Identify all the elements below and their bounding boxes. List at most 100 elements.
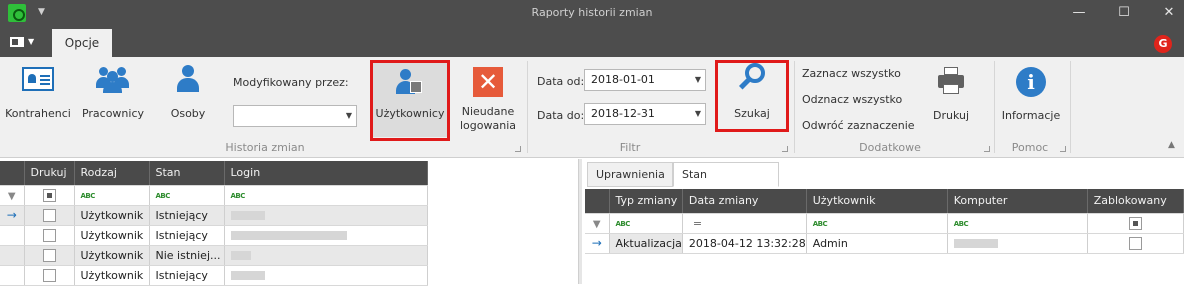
checkbox-icon[interactable] [42, 228, 56, 242]
printer-icon [936, 67, 966, 97]
table-row[interactable]: → Użytkownik Istniejący [0, 205, 428, 226]
right-grid-header: Typ zmiany Data zmiany Użytkownik Komput… [585, 189, 1184, 214]
filter-drukuj[interactable] [24, 185, 75, 206]
group-expand-icon[interactable] [782, 146, 788, 152]
filter-komputer[interactable]: ABC [947, 213, 1088, 234]
nieudane-label-2: logowania [459, 119, 516, 132]
col-stan[interactable]: Stan [149, 161, 225, 186]
cell-drukuj[interactable] [24, 205, 75, 226]
cell-rodzaj: Użytkownik [74, 205, 150, 226]
maximize-icon[interactable]: ☐ [1113, 3, 1135, 23]
equals-filter-icon: = [692, 216, 703, 230]
cell-rodzaj: Użytkownik [74, 265, 150, 286]
filter-login[interactable]: ABC [224, 185, 428, 206]
cell-zablokowany[interactable] [1087, 233, 1184, 254]
cell-login [224, 225, 428, 246]
filter-rodzaj[interactable]: ABC [74, 185, 150, 206]
group-expand-icon[interactable] [1060, 146, 1066, 152]
row-indicator-header [585, 189, 610, 214]
modified-by-select[interactable]: ▼ [233, 105, 357, 127]
table-row[interactable]: Użytkownik Nie istniej... [0, 245, 428, 266]
checkbox-icon[interactable] [42, 188, 56, 202]
table-row[interactable]: Użytkownik Istniejący [0, 265, 428, 286]
chevron-down-icon: ▼ [694, 75, 701, 84]
book-icon [10, 37, 24, 47]
failed-login-x-icon: ✕ [473, 67, 503, 97]
nieudane-label-1: Nieudane [461, 105, 515, 118]
col-rodzaj[interactable]: Rodzaj [74, 161, 150, 186]
redacted-login [230, 211, 265, 220]
filter-stan[interactable]: ABC [149, 185, 225, 206]
checkbox-icon[interactable] [1128, 236, 1142, 250]
checkbox-icon[interactable] [42, 248, 56, 262]
left-grid-filter-row: ▼ ABC ABC ABC [0, 185, 428, 206]
row-indicator [0, 245, 25, 266]
informacje-button[interactable]: i Informacje [1000, 67, 1062, 123]
cell-rodzaj: Użytkownik [74, 225, 150, 246]
drukuj-button[interactable]: Drukuj [922, 67, 980, 123]
col-komputer[interactable]: Komputer [947, 189, 1088, 214]
group-label-pomoc: Pomoc [1011, 141, 1049, 154]
right-grid: Typ zmiany Data zmiany Użytkownik Komput… [585, 189, 1184, 254]
col-drukuj[interactable]: Drukuj [24, 161, 75, 186]
tab-opcje[interactable]: Opcje [52, 29, 112, 57]
osoby-label: Osoby [170, 107, 206, 120]
current-row-arrow-icon: → [585, 233, 610, 254]
group-expand-icon[interactable] [515, 146, 521, 152]
filter-typ[interactable]: ABC [609, 213, 683, 234]
tab-uprawnienia[interactable]: Uprawnienia [587, 162, 673, 187]
col-login[interactable]: Login [224, 161, 428, 186]
cell-rodzaj: Użytkownik [74, 245, 150, 266]
checkbox-icon[interactable] [42, 208, 56, 222]
left-grid: Drukuj Rodzaj Stan Login ▼ ABC ABC ABC →… [0, 161, 428, 286]
col-zablokowany[interactable]: Zablokowany [1087, 189, 1184, 214]
drukuj-label: Drukuj [932, 109, 970, 122]
highlight-frame-szukaj [715, 60, 789, 132]
zaznacz-wszystko-button[interactable]: Zaznacz wszystko [802, 67, 901, 80]
pracownicy-button[interactable]: Pracownicy [80, 63, 146, 121]
odwroc-zaznaczenie-button[interactable]: Odwróć zaznaczenie [802, 119, 915, 132]
cell-login [224, 265, 428, 286]
odznacz-wszystko-button[interactable]: Odznacz wszystko [802, 93, 902, 106]
cell-drukuj[interactable] [24, 225, 75, 246]
date-to-input[interactable]: 2018-12-31 ▼ [584, 103, 706, 125]
ribbon-tab-strip: ▼ Opcje G [0, 27, 1184, 57]
checkbox-icon[interactable] [42, 268, 56, 282]
cell-login [224, 205, 428, 226]
filter-data[interactable]: = [682, 213, 807, 234]
left-grid-header: Drukuj Rodzaj Stan Login [0, 161, 428, 186]
app-menu-button[interactable]: ▼ [10, 35, 36, 51]
modified-by-label: Modyfikowany przez: [233, 76, 349, 89]
nieudane-logowania-button[interactable]: ✕ Nieudane logowania [455, 67, 521, 133]
group-expand-icon[interactable] [984, 146, 990, 152]
filter-icon: ▼ [585, 213, 610, 234]
table-row[interactable]: → Aktualizacja 2018-04-12 13:32:28 Admin [585, 233, 1184, 254]
table-row[interactable]: Użytkownik Istniejący [0, 225, 428, 246]
info-icon: i [1016, 67, 1046, 97]
tab-stan-aktywnosci[interactable]: Stan aktywności [673, 162, 779, 204]
cell-drukuj[interactable] [24, 265, 75, 286]
filter-zablokowany[interactable] [1087, 213, 1184, 234]
group-separator [994, 61, 995, 153]
col-data-zmiany[interactable]: Data zmiany [682, 189, 807, 214]
date-from-label: Data od: [537, 75, 585, 88]
group-label-historia: Historia zmian [225, 141, 305, 154]
group-label-dodatkowe: Dodatkowe [859, 141, 921, 154]
cell-typ-zmiany: Aktualizacja [609, 233, 683, 254]
col-uzytkownik[interactable]: Użytkownik [806, 189, 948, 214]
redacted-login [230, 251, 251, 260]
filter-uzytkownik[interactable]: ABC [806, 213, 948, 234]
col-typ-zmiany[interactable]: Typ zmiany [609, 189, 683, 214]
cell-drukuj[interactable] [24, 245, 75, 266]
panel-splitter[interactable] [578, 159, 582, 284]
minimize-icon[interactable]: — [1068, 3, 1090, 23]
checkbox-icon[interactable] [1128, 216, 1142, 230]
close-icon[interactable]: ✕ [1158, 3, 1180, 23]
kontrahenci-button[interactable]: Kontrahenci [4, 67, 72, 121]
cell-login [224, 245, 428, 266]
collapse-ribbon-icon[interactable]: ▲ [1168, 140, 1175, 150]
redacted-computer [953, 239, 998, 248]
user-badge-icon[interactable]: G [1154, 35, 1172, 53]
osoby-button[interactable]: Osoby [162, 63, 214, 121]
date-from-input[interactable]: 2018-01-01 ▼ [584, 69, 706, 91]
